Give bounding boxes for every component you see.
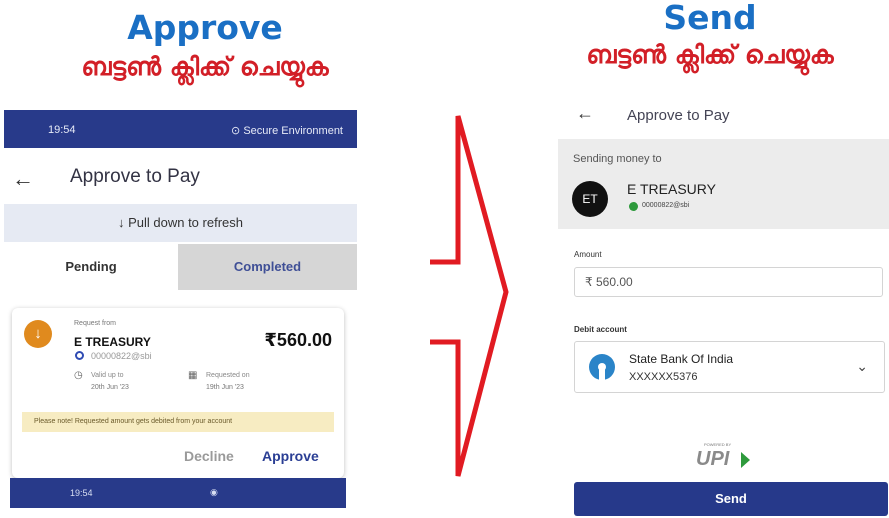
approve-button[interactable]: Approve <box>262 448 319 464</box>
sbi-logo-icon <box>589 354 615 380</box>
heading-approve: Approve <box>127 8 283 47</box>
send-screen: ← Approve to Pay Sending money to ET E T… <box>558 95 889 518</box>
verified-check-icon <box>629 202 638 211</box>
requested-on-label: Requested on <box>206 372 250 379</box>
bottom-status-bar: 19:54 ◉ <box>10 478 346 508</box>
decline-button[interactable]: Decline <box>184 448 234 464</box>
request-card: ↓ Request from E TREASURY ₹560.00 000008… <box>12 308 344 478</box>
recipient-panel: Sending money to ET E TREASURY 00000822@… <box>558 139 889 229</box>
clock-icon: ◷ <box>74 370 83 381</box>
back-arrow-icon[interactable]: ← <box>576 103 594 124</box>
valid-up-to-date: 20th Jun '23 <box>91 384 129 391</box>
send-button[interactable]: Send <box>574 482 888 516</box>
left-heading: Approve ബട്ടൺ ക്ലിക്ക് ചെയ്യുക <box>70 10 340 82</box>
avatar: ET <box>572 181 608 217</box>
secure-environment-label: ⊙ Secure Environment <box>231 125 343 137</box>
request-amount: ₹560.00 <box>264 330 332 350</box>
back-arrow-icon[interactable]: ← <box>12 166 34 192</box>
approve-screen: 19:54 ⊙ Secure Environment ← Approve to … <box>4 110 357 510</box>
nav-time: 19:54 <box>70 488 93 498</box>
pull-to-refresh-banner: ↓ Pull down to refresh <box>4 204 357 242</box>
page-title: Approve to Pay <box>627 107 730 124</box>
debit-notice: Please note! Requested amount gets debit… <box>22 412 334 432</box>
valid-up-to-label: Valid up to <box>91 372 124 379</box>
amount-field[interactable]: ₹ 560.00 <box>574 267 883 297</box>
right-heading: Send ബട്ടൺ ക്ലിക്ക് ചെയ്യുക <box>540 0 880 70</box>
page-title: Approve to Pay <box>70 166 200 187</box>
status-time: 19:54 <box>48 124 76 136</box>
tab-pending[interactable]: Pending <box>4 244 178 290</box>
tab-completed[interactable]: Completed <box>178 244 357 290</box>
debit-account-select[interactable]: State Bank Of India XXXXXX5376 ⌄ <box>574 341 885 393</box>
amount-label: Amount <box>574 250 602 259</box>
upi-logo: UPI <box>696 448 730 470</box>
powered-by-label: POWERED BY <box>704 442 732 447</box>
heading-click-button-ml: ബട്ടൺ ക്ലിക്ക് ചെയ്യുക <box>586 40 834 69</box>
right-arrow-icon <box>430 115 509 477</box>
upi-id-icon <box>75 351 84 360</box>
upi-logo-icon <box>741 452 750 468</box>
app-bar: ← Approve to Pay <box>4 160 357 196</box>
bank-name: State Bank Of India <box>629 352 734 366</box>
chevron-down-icon: ⌄ <box>856 358 868 374</box>
calendar-icon: ▦ <box>188 370 198 381</box>
account-number: XXXXXX5376 <box>629 371 698 383</box>
lock-icon: ⊙ <box>231 125 244 137</box>
requested-on-date: 19th Jun '23 <box>206 384 244 391</box>
status-bar: 19:54 ⊙ Secure Environment <box>4 110 357 148</box>
home-icon[interactable]: ◉ <box>210 487 218 498</box>
heading-click-button-ml: ബട്ടൺ ക്ലിക്ക് ചെയ്യുക <box>81 52 329 81</box>
payee-name: E TREASURY <box>74 335 151 349</box>
payee-vpa: 00000822@sbi <box>91 351 152 361</box>
request-from-label: Request from <box>74 320 117 327</box>
debit-account-label: Debit account <box>574 325 627 334</box>
sending-money-label: Sending money to <box>573 153 662 165</box>
download-arrow-icon: ↓ <box>24 320 52 348</box>
payee-vpa: 00000822@sbi <box>642 202 690 209</box>
payee-name: E TREASURY <box>627 181 716 197</box>
heading-send: Send <box>663 0 757 37</box>
